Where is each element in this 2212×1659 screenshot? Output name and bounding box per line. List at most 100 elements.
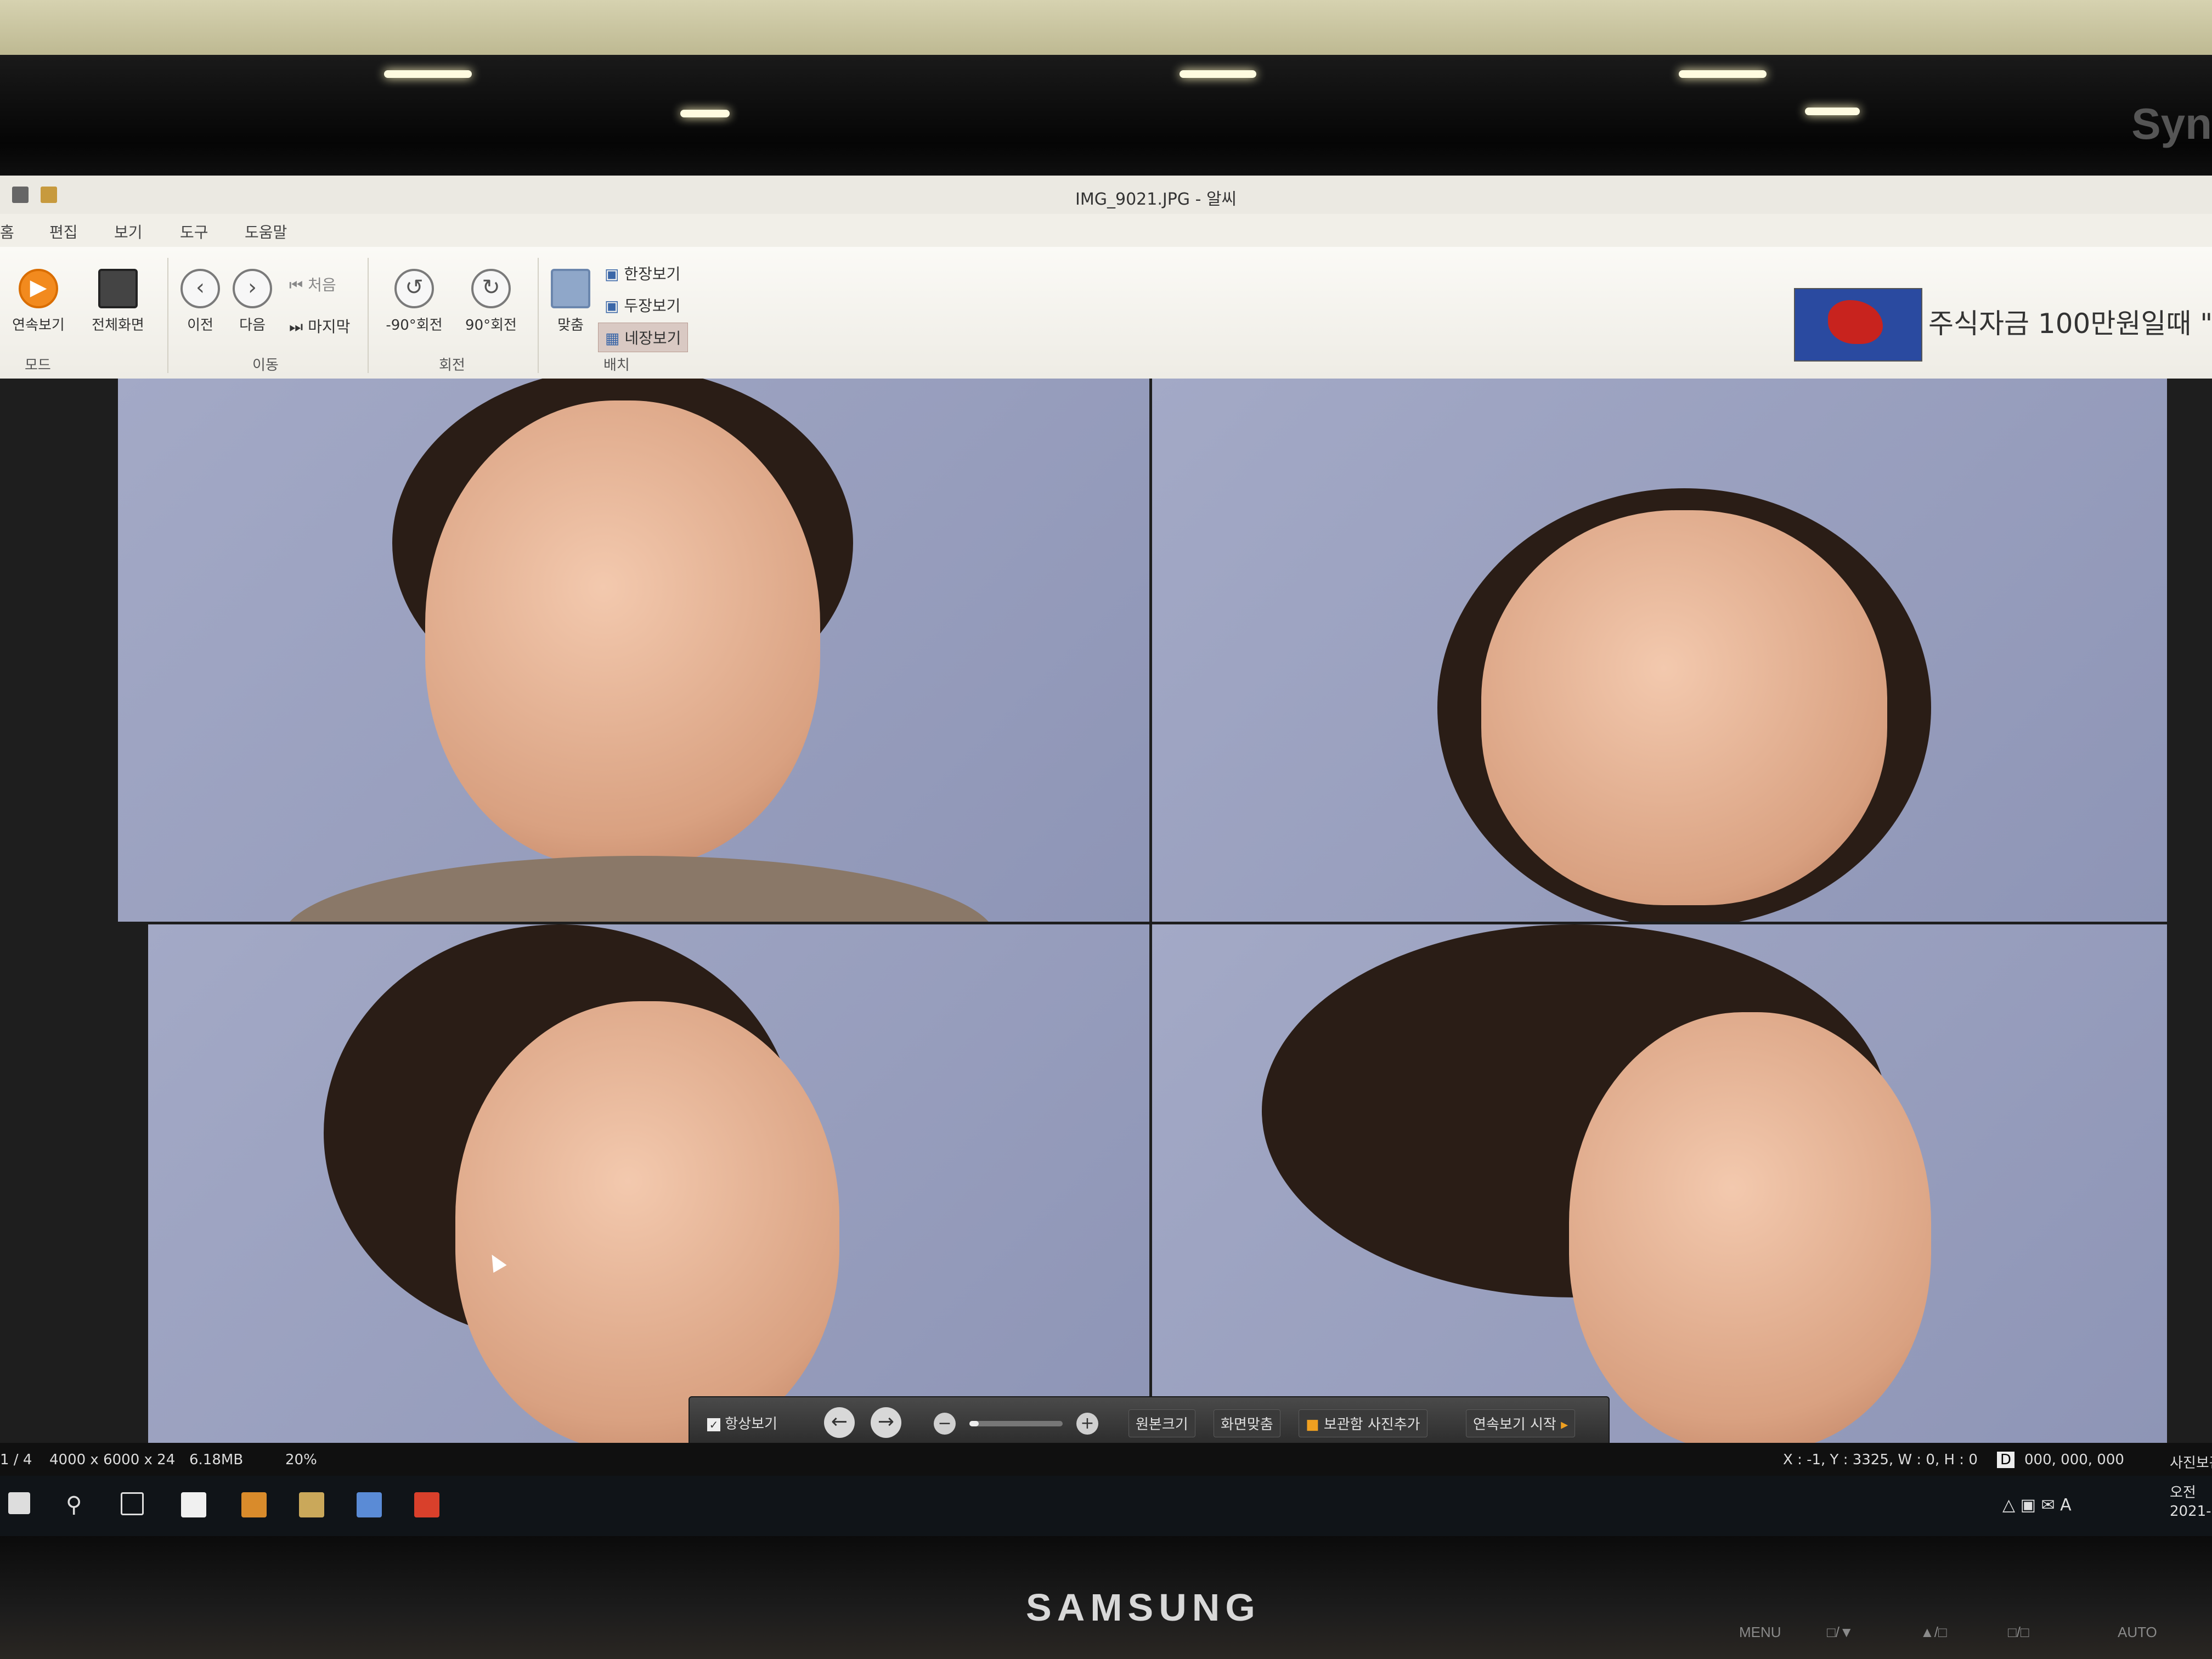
task-view-icon[interactable] [121, 1492, 144, 1515]
fit-screen-button[interactable]: 화면맞춤 [1214, 1409, 1280, 1437]
photo-shoulders [283, 856, 996, 922]
arrow-right-icon: → [877, 1410, 895, 1433]
zoom-out-button[interactable]: − [934, 1413, 956, 1435]
file-app-icon[interactable] [181, 1492, 206, 1517]
prev-button[interactable]: ‹ 이전 [176, 269, 225, 334]
app-icon-blue[interactable] [357, 1492, 382, 1517]
last-icon: ⏭ [289, 318, 303, 336]
ad-banner-image[interactable] [1794, 288, 1922, 362]
checkbox-icon: ✓ [707, 1418, 720, 1431]
arrow-left-icon: ← [831, 1410, 848, 1433]
add-photo-icon: ■ [1306, 1417, 1319, 1433]
status-coords: X : -1, Y : 3325, W : 0, H : 0 [1783, 1452, 1978, 1468]
status-filesize: 6.18MB [189, 1452, 244, 1468]
last-button[interactable]: ⏭ 마지막 [283, 312, 357, 340]
alsee-app-icon[interactable] [299, 1492, 324, 1517]
ceiling-light-reflection [1805, 108, 1860, 115]
fit-label: 맞춤 [557, 317, 584, 334]
menu-tools[interactable]: 도구 [180, 221, 208, 242]
prev-image-button[interactable]: ← [824, 1407, 855, 1438]
monitor-button-3[interactable]: ▲/□ [1920, 1624, 1947, 1641]
monitor-button-auto[interactable]: AUTO [2118, 1624, 2157, 1641]
tray-icons[interactable]: △ ▣ ✉ A [2002, 1496, 2072, 1515]
taskbar: ⚲ △ ▣ ✉ A 오전 2021- [0, 1476, 2212, 1536]
fullscreen-button[interactable]: 전체화면 [82, 269, 154, 334]
status-dimensions: 4000 x 6000 x 24 [49, 1452, 176, 1468]
add-to-storage-button[interactable]: ■ 보관함 사진추가 [1299, 1409, 1427, 1437]
first-button[interactable]: ⏮ 처음 [283, 270, 343, 298]
double-view-icon: ▣ [605, 297, 619, 315]
photo-face [455, 1001, 839, 1443]
app-icon-red[interactable] [414, 1492, 439, 1517]
group-separator [167, 258, 168, 373]
single-view-icon: ▣ [605, 265, 619, 283]
next-button[interactable]: › 다음 [228, 269, 277, 334]
viewer-toolbar: ✓ 항상보기 ← → − + 원본크기 화면맞춤 ■ 보관함 사진추가 연속보기… [689, 1396, 1610, 1448]
zoom-slider[interactable] [969, 1421, 1063, 1426]
menu-view[interactable]: 보기 [114, 221, 143, 242]
prev-label: 이전 [187, 317, 213, 334]
always-show-toggle[interactable]: ✓ 항상보기 [701, 1409, 784, 1436]
single-view-button[interactable]: ▣ 한장보기 [598, 259, 687, 287]
rotate-right-label: 90°회전 [465, 317, 517, 334]
monitor-brand-logo: SAMSUNG [1026, 1586, 1261, 1629]
last-label: 마지막 [308, 318, 351, 336]
rotate-left-icon: ↺ [394, 269, 434, 308]
next-image-button[interactable]: → [871, 1407, 901, 1438]
menu-home[interactable]: 홈 [0, 221, 14, 242]
quad-view-button[interactable]: ▦ 네장보기 [598, 323, 689, 352]
save-icon[interactable] [12, 187, 29, 203]
chevron-left-icon: ‹ [180, 269, 220, 308]
ceiling-light-reflection [1180, 70, 1256, 78]
status-zoom: 20% [285, 1452, 317, 1468]
group-label-layout: 배치 [603, 357, 630, 374]
play-icon: ▶ [19, 269, 58, 308]
status-color-value: 000, 000, 000 [2024, 1452, 2124, 1468]
group-separator [538, 258, 539, 373]
zoom-slider-fill [969, 1421, 979, 1426]
photo-face [1481, 510, 1887, 905]
status-right-label: 사진보관 [2170, 1455, 2212, 1471]
app-icon-orange[interactable] [241, 1492, 267, 1517]
chevron-right-icon: › [233, 269, 272, 308]
menu-help[interactable]: 도움말 [245, 221, 287, 242]
monitor-button-4[interactable]: □/□ [2008, 1624, 2029, 1641]
start-slideshow-button[interactable]: 연속보기 시작 ▸ [1466, 1409, 1576, 1437]
photo-three-quarter[interactable] [148, 924, 1149, 1443]
next-label: 다음 [239, 317, 266, 334]
rotate-left-button[interactable]: ↺ -90°회전 [379, 269, 450, 334]
rotate-right-button[interactable]: ↻ 90°회전 [455, 269, 527, 334]
zoom-in-button[interactable]: + [1076, 1413, 1098, 1435]
ribbon: ▶ 연속보기 전체화면 ‹ 이전 › 다음 ⏮ 처음 ⏭ 마지막 ↺ -90°회… [0, 247, 2212, 380]
rotate-left-label: -90°회전 [386, 317, 443, 334]
monitor-button-2[interactable]: □/▼ [1827, 1624, 1854, 1641]
photo-face [425, 400, 820, 867]
photo-upward[interactable] [1152, 379, 2167, 922]
slideshow-label: 연속보기 [12, 317, 65, 334]
original-size-button[interactable]: 원본크기 [1128, 1409, 1195, 1437]
monitor-model-label: Syn [2131, 99, 2212, 148]
quad-view-icon: ▦ [605, 329, 620, 347]
image-viewer [0, 379, 2212, 1443]
search-icon[interactable]: ⚲ [66, 1492, 91, 1517]
menu-bar: 홈 편집 보기 도구 도움말 [0, 214, 2212, 247]
tray-date: 2021- [2170, 1503, 2211, 1520]
photo-profile[interactable] [1152, 924, 2167, 1443]
windows-start-icon[interactable] [8, 1492, 30, 1514]
monitor-bezel-top [0, 55, 2212, 181]
title-bar: IMG_9021.JPG - 알씨 [0, 176, 2212, 215]
menu-edit[interactable]: 편집 [49, 221, 78, 242]
monitor-button-menu[interactable]: MENU [1739, 1624, 1781, 1641]
tray-time-label: 오전 [2170, 1485, 2196, 1501]
slideshow-button[interactable]: ▶ 연속보기 [5, 269, 71, 334]
ceiling-light-reflection [680, 110, 730, 117]
double-view-button[interactable]: ▣ 두장보기 [598, 291, 687, 319]
ad-banner-text[interactable]: 주식자금 100만원일때 "4가 [1928, 302, 2212, 341]
print-icon[interactable] [41, 187, 57, 203]
minus-icon: − [938, 1414, 952, 1433]
photo-front[interactable] [118, 379, 1149, 922]
ceiling-light-reflection [1679, 70, 1767, 78]
group-label-rotate: 회전 [439, 357, 465, 374]
first-icon: ⏮ [289, 276, 303, 294]
fit-button[interactable]: 맞춤 [543, 269, 598, 334]
